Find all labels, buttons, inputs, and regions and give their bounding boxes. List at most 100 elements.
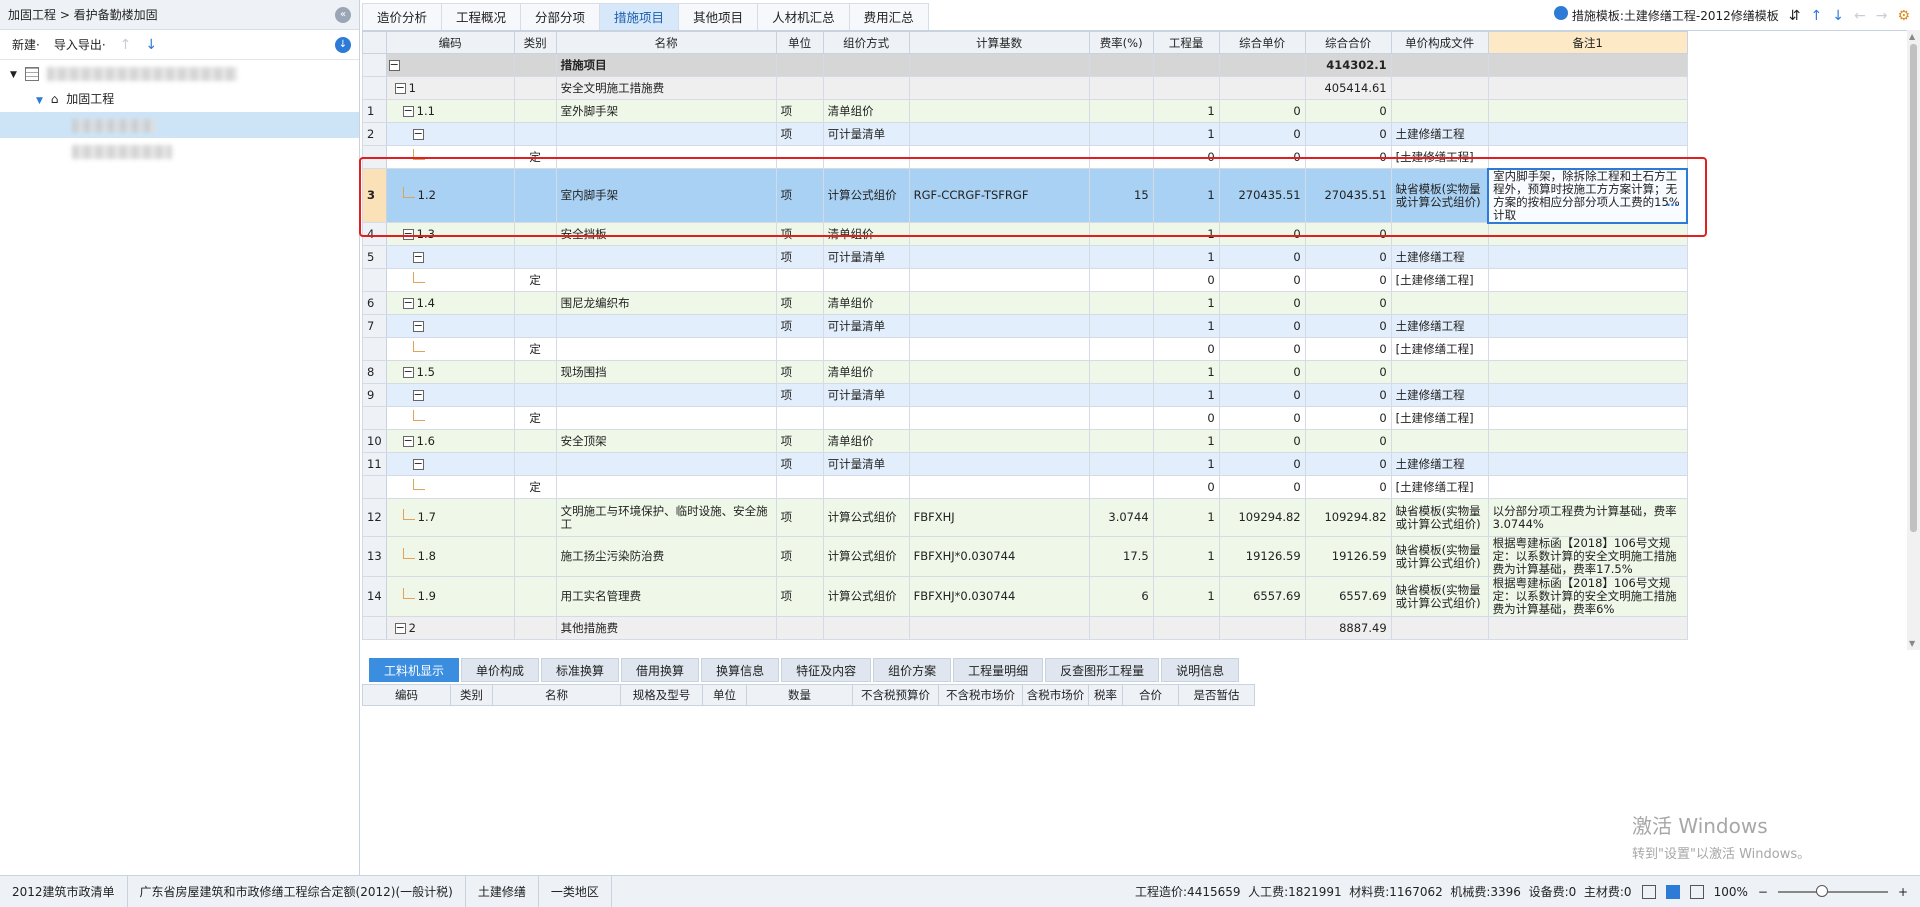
total-cell[interactable]: 0: [1304, 475, 1392, 499]
price-cell[interactable]: 270435.51: [1218, 168, 1306, 223]
total-cell[interactable]: 0: [1304, 383, 1392, 407]
code-cell[interactable]: −: [385, 245, 515, 269]
file-cell[interactable]: 土建修缮工程: [1390, 122, 1489, 146]
name-cell[interactable]: [555, 122, 777, 146]
table-row[interactable]: 4−1.3 安全挡板项清单组价 1 0 0: [362, 222, 1688, 246]
rate-cell[interactable]: [1088, 268, 1154, 292]
name-cell[interactable]: 室内脚手架: [555, 168, 777, 223]
total-cell[interactable]: 0: [1304, 314, 1392, 338]
qty-cell[interactable]: 1: [1152, 245, 1220, 269]
unit-cell[interactable]: 项: [775, 576, 824, 617]
tree-item-reinforcement[interactable]: ▼ ⌂ 加固工程: [0, 86, 359, 112]
base-cell[interactable]: [908, 291, 1090, 315]
price-cell[interactable]: 0: [1218, 122, 1306, 146]
table-row[interactable]: 7− 项可计量清单 1 0 0 土建修缮工程: [362, 314, 1688, 338]
status-region[interactable]: 一类地区: [539, 876, 612, 907]
base-cell[interactable]: [908, 406, 1090, 430]
total-cell[interactable]: 405414.61: [1304, 76, 1392, 100]
price-cell[interactable]: 0: [1218, 337, 1306, 361]
note-cell[interactable]: 根据粤建标函【2018】106号文规定：以系数计算的安全文明施工措施费为计算基础…: [1487, 576, 1688, 617]
unit-cell[interactable]: 项: [775, 99, 824, 123]
cat-cell[interactable]: [513, 53, 557, 77]
qty-cell[interactable]: 1: [1152, 576, 1220, 617]
tree-root[interactable]: ▼: [0, 60, 359, 86]
row-number[interactable]: 10: [362, 429, 387, 453]
cat-cell[interactable]: [513, 314, 557, 338]
filter-icon[interactable]: ⇵: [1789, 3, 1801, 30]
file-cell[interactable]: [土建修缮工程]: [1390, 145, 1489, 169]
rate-cell[interactable]: [1088, 53, 1154, 77]
unit-cell[interactable]: 项: [775, 452, 824, 476]
tab-2[interactable]: 分部分项: [520, 3, 601, 30]
resource-column-header[interactable]: 合价: [1122, 684, 1179, 706]
cat-cell[interactable]: [513, 576, 557, 617]
rate-cell[interactable]: [1088, 222, 1154, 246]
total-cell[interactable]: 0: [1304, 222, 1392, 246]
code-cell[interactable]: −: [385, 53, 515, 77]
tab-0[interactable]: 造价分析: [362, 3, 443, 30]
qty-cell[interactable]: 1: [1152, 99, 1220, 123]
column-header[interactable]: 编码: [385, 31, 515, 54]
base-cell[interactable]: RGF-CCRGF-TSFRGF: [908, 168, 1090, 223]
total-cell[interactable]: 0: [1304, 145, 1392, 169]
unit-cell[interactable]: 项: [775, 245, 824, 269]
method-cell[interactable]: [822, 76, 910, 100]
name-cell[interactable]: 其他措施费: [555, 616, 777, 640]
method-cell[interactable]: 清单组价: [822, 99, 910, 123]
row-number[interactable]: 11: [362, 452, 387, 476]
total-cell[interactable]: 0: [1304, 268, 1392, 292]
view-mode-active-icon[interactable]: [1665, 885, 1680, 899]
method-cell[interactable]: 可计量清单: [822, 452, 910, 476]
method-cell[interactable]: 清单组价: [822, 360, 910, 384]
detail-tab-0[interactable]: 工料机显示: [369, 658, 460, 682]
note-cell[interactable]: [1487, 337, 1688, 361]
collapse-toggle-icon[interactable]: −: [402, 297, 414, 309]
cat-cell[interactable]: [513, 383, 557, 407]
row-number[interactable]: 3: [362, 168, 387, 223]
unit-cell[interactable]: [775, 616, 824, 640]
column-header[interactable]: 备注1: [1487, 31, 1688, 54]
file-cell[interactable]: 缺省模板(实物量或计算公式组价): [1390, 168, 1489, 223]
name-cell[interactable]: 施工扬尘污染防治费: [555, 536, 777, 577]
code-cell[interactable]: 1.8: [385, 536, 515, 577]
table-row[interactable]: 1−1.1 室外脚手架项清单组价 1 0 0: [362, 99, 1688, 123]
total-cell[interactable]: 0: [1304, 337, 1392, 361]
name-cell[interactable]: 围尼龙编织布: [555, 291, 777, 315]
qty-cell[interactable]: 1: [1152, 122, 1220, 146]
table-row[interactable]: − 措施项目 414302.1: [362, 53, 1688, 77]
file-cell[interactable]: [1390, 53, 1489, 77]
rate-cell[interactable]: [1088, 360, 1154, 384]
column-header[interactable]: 综合单价: [1218, 31, 1306, 54]
cat-cell[interactable]: 定: [513, 145, 557, 169]
scroll-up-icon[interactable]: ▲: [1909, 32, 1915, 41]
tree-item[interactable]: [0, 138, 359, 164]
unit-cell[interactable]: 项: [775, 360, 824, 384]
method-cell[interactable]: 可计量清单: [822, 383, 910, 407]
column-header[interactable]: 组价方式: [822, 31, 910, 54]
file-cell[interactable]: 土建修缮工程: [1390, 452, 1489, 476]
method-cell[interactable]: 计算公式组价: [822, 576, 910, 617]
rate-cell[interactable]: [1088, 122, 1154, 146]
name-cell[interactable]: [555, 337, 777, 361]
cat-cell[interactable]: [513, 360, 557, 384]
name-cell[interactable]: [555, 314, 777, 338]
code-cell[interactable]: −1.5: [385, 360, 515, 384]
file-cell[interactable]: [1390, 616, 1489, 640]
price-cell[interactable]: 0: [1218, 291, 1306, 315]
total-cell[interactable]: 414302.1: [1304, 53, 1392, 77]
expand-download-icon[interactable]: ↓: [335, 37, 351, 53]
rate-cell[interactable]: 15: [1088, 168, 1154, 223]
price-cell[interactable]: 0: [1218, 268, 1306, 292]
table-row[interactable]: 8−1.5 现场围挡项清单组价 1 0 0: [362, 360, 1688, 384]
zoom-slider[interactable]: [1777, 885, 1888, 897]
table-row[interactable]: 11− 项可计量清单 1 0 0 土建修缮工程: [362, 452, 1688, 476]
tab-1[interactable]: 工程概况: [441, 3, 522, 30]
table-row[interactable]: 定 0 0 0 [土建修缮工程]: [362, 337, 1688, 361]
qty-cell[interactable]: 0: [1152, 145, 1220, 169]
collapse-toggle-icon[interactable]: −: [394, 622, 406, 634]
price-cell[interactable]: 0: [1218, 475, 1306, 499]
rate-cell[interactable]: [1088, 616, 1154, 640]
cat-cell[interactable]: [513, 616, 557, 640]
detail-tab-7[interactable]: 工程量明细: [953, 658, 1044, 682]
base-cell[interactable]: [908, 145, 1090, 169]
